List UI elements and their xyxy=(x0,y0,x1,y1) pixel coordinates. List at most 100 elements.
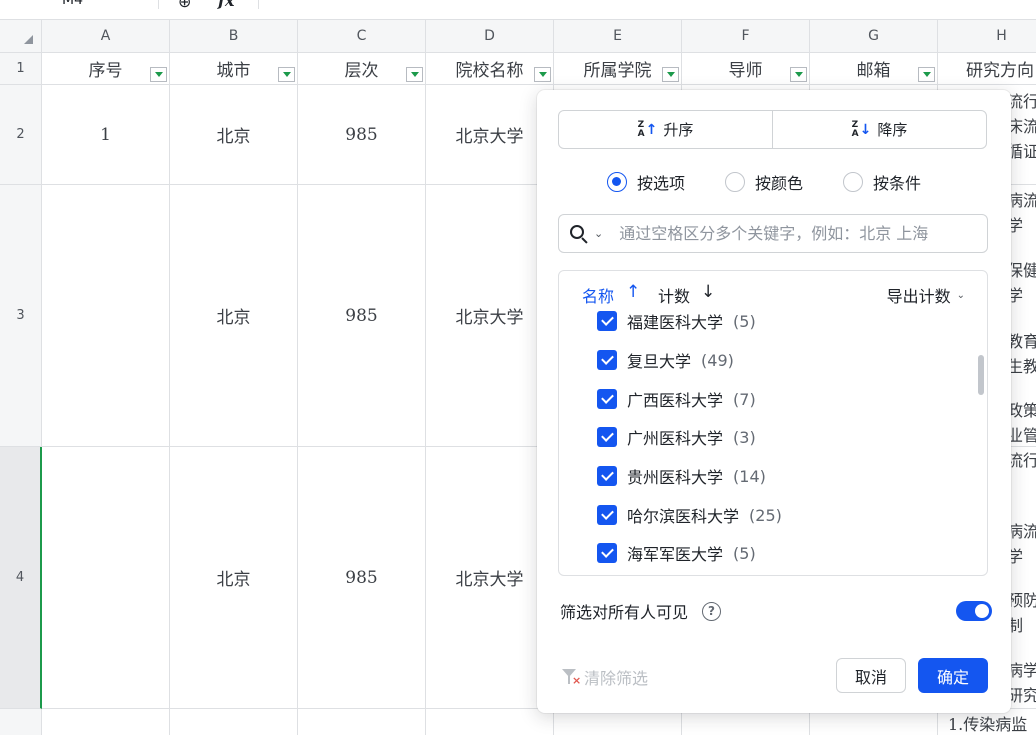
table-cell[interactable]: 北京 xyxy=(170,185,298,447)
table-cell[interactable]: 北京大学 xyxy=(426,447,554,709)
list-item[interactable]: 广州医科大学 (3) xyxy=(597,425,756,449)
header-cell[interactable]: 城市 xyxy=(170,53,298,85)
table-cell[interactable] xyxy=(298,709,426,735)
column-header-a[interactable]: A xyxy=(42,20,170,53)
research-direction-text: 流行 xyxy=(1007,92,1036,111)
sort-ascending-button[interactable]: Z A ↑ 升序 xyxy=(559,111,772,148)
column-header-e[interactable]: E xyxy=(554,20,682,53)
checkbox-checked-icon[interactable] xyxy=(597,543,617,563)
filter-option-list[interactable]: 名称 ↑ 计数 ↓ 导出计数 ⌄ 福建医科大学 (5) 复旦大学 (49) 广西医科大… xyxy=(558,270,988,576)
filter-dropdown-icon[interactable] xyxy=(406,67,423,82)
zoom-icon[interactable]: ⊕ xyxy=(178,0,191,11)
chevron-down-icon[interactable]: ⌄ xyxy=(594,227,603,240)
arrow-up-icon[interactable]: ↑ xyxy=(626,282,640,302)
filter-mode-by-color[interactable]: 按颜色 xyxy=(725,170,803,194)
radio-checked-icon[interactable] xyxy=(607,172,627,192)
column-header-g[interactable]: G xyxy=(810,20,938,53)
filter-mode-by-option[interactable]: 按选项 xyxy=(607,170,685,194)
search-icon[interactable] xyxy=(569,224,589,244)
confirm-button[interactable]: 确定 xyxy=(918,658,988,693)
checkbox-checked-icon[interactable] xyxy=(597,427,617,447)
header-cell-text: 研究方向 xyxy=(966,61,1034,81)
table-cell[interactable] xyxy=(42,447,170,709)
table-cell[interactable]: 985 xyxy=(298,447,426,709)
column-header-h[interactable]: H xyxy=(938,20,1036,53)
filter-dropdown-icon[interactable] xyxy=(150,67,167,82)
dropdown-arrow-icon xyxy=(922,72,931,77)
list-item[interactable]: 福建医科大学 (5) xyxy=(597,309,756,333)
dropdown-arrow-icon xyxy=(282,72,291,77)
filter-dropdown-icon[interactable] xyxy=(278,67,295,82)
filter-dropdown-icon[interactable] xyxy=(918,67,935,82)
header-cell[interactable]: 序号 xyxy=(42,53,170,85)
list-item[interactable]: 哈尔滨医科大学 (25) xyxy=(597,503,782,527)
help-icon[interactable]: ? xyxy=(702,601,722,621)
row-header-5[interactable] xyxy=(0,709,42,735)
row-header-2[interactable]: 2 xyxy=(0,85,42,185)
table-cell[interactable]: 北京大学 xyxy=(426,185,554,447)
list-item-count: (25) xyxy=(749,505,782,525)
header-cell-text: 城市 xyxy=(216,61,251,81)
cancel-button[interactable]: 取消 xyxy=(836,658,906,693)
research-direction-text: 病流 xyxy=(1007,522,1036,541)
research-direction-text: 业管 xyxy=(1007,426,1036,445)
table-cell[interactable]: 北京大学 xyxy=(426,85,554,185)
table-cell[interactable] xyxy=(42,185,170,447)
header-cell[interactable]: 层次 xyxy=(298,53,426,85)
column-header-d[interactable]: D xyxy=(426,20,554,53)
row-header-3[interactable]: 3 xyxy=(0,185,42,447)
table-cell[interactable]: 985 xyxy=(298,85,426,185)
header-cell-text: 院校名称 xyxy=(455,61,524,81)
table-cell[interactable] xyxy=(170,709,298,735)
sort-by-name-button[interactable]: 名称 xyxy=(582,283,614,307)
table-cell[interactable]: 985 xyxy=(298,185,426,447)
column-header-f[interactable]: F xyxy=(682,20,810,53)
header-cell[interactable]: 导师 xyxy=(682,53,810,85)
cell-reference[interactable]: M4 xyxy=(62,0,83,8)
list-item[interactable]: 广西医科大学 (7) xyxy=(597,387,756,411)
header-cell[interactable]: 邮箱 xyxy=(810,53,938,85)
research-direction-text: 生教 xyxy=(1007,357,1036,376)
header-cell[interactable]: 所属学院 xyxy=(554,53,682,85)
list-item[interactable]: 复旦大学 (49) xyxy=(597,348,734,372)
row-header-1[interactable]: 1 xyxy=(0,53,42,85)
filter-dropdown-icon[interactable] xyxy=(790,67,807,82)
filter-mode-by-condition[interactable]: 按条件 xyxy=(843,170,921,194)
clear-filter-button[interactable]: × 清除筛选 xyxy=(562,665,648,689)
table-cell[interactable] xyxy=(426,709,554,735)
sort-ascending-label: 升序 xyxy=(663,121,694,139)
list-item-count: (5) xyxy=(733,311,756,331)
table-cell[interactable]: 北京 xyxy=(170,85,298,185)
column-header-c[interactable]: C xyxy=(298,20,426,53)
radio-unchecked-icon[interactable] xyxy=(725,172,746,192)
radio-unchecked-icon[interactable] xyxy=(843,172,864,192)
table-cell[interactable]: 北京 xyxy=(170,447,298,709)
header-cell[interactable]: 研究方向 xyxy=(938,53,1036,85)
select-all-corner[interactable] xyxy=(0,20,42,53)
checkbox-checked-icon[interactable] xyxy=(597,350,617,370)
research-direction-text: 病流 xyxy=(1007,191,1036,210)
arrow-down-icon[interactable]: ↓ xyxy=(701,282,715,302)
visible-to-all-toggle[interactable] xyxy=(956,601,992,621)
checkbox-checked-icon[interactable] xyxy=(597,505,617,525)
sort-by-count-button[interactable]: 计数 xyxy=(658,283,690,307)
checkbox-checked-icon[interactable] xyxy=(597,389,617,409)
checkbox-checked-icon[interactable] xyxy=(597,466,617,486)
filter-dropdown-icon[interactable] xyxy=(662,67,679,82)
fx-icon[interactable]: fx xyxy=(218,0,234,10)
table-cell[interactable]: 1 xyxy=(42,85,170,185)
column-header-b[interactable]: B xyxy=(170,20,298,53)
sort-descending-button[interactable]: Z A ↓ 降序 xyxy=(772,111,986,148)
radio-label: 按条件 xyxy=(873,174,922,193)
filter-search-input[interactable] xyxy=(619,224,970,243)
list-scrollbar[interactable] xyxy=(978,355,984,395)
export-count-dropdown[interactable]: 导出计数 ⌄ xyxy=(887,283,965,307)
list-item[interactable]: 贵州医科大学 (14) xyxy=(597,464,766,488)
filter-dropdown-icon[interactable] xyxy=(534,67,551,82)
table-cell[interactable] xyxy=(42,709,170,735)
checkbox-checked-icon[interactable] xyxy=(597,311,617,331)
filter-search-box[interactable]: ⌄ xyxy=(558,214,988,253)
list-item[interactable]: 海军军医大学 (5) xyxy=(597,541,756,565)
header-cell[interactable]: 院校名称 xyxy=(426,53,554,85)
row-header-4[interactable]: 4 xyxy=(0,447,42,709)
